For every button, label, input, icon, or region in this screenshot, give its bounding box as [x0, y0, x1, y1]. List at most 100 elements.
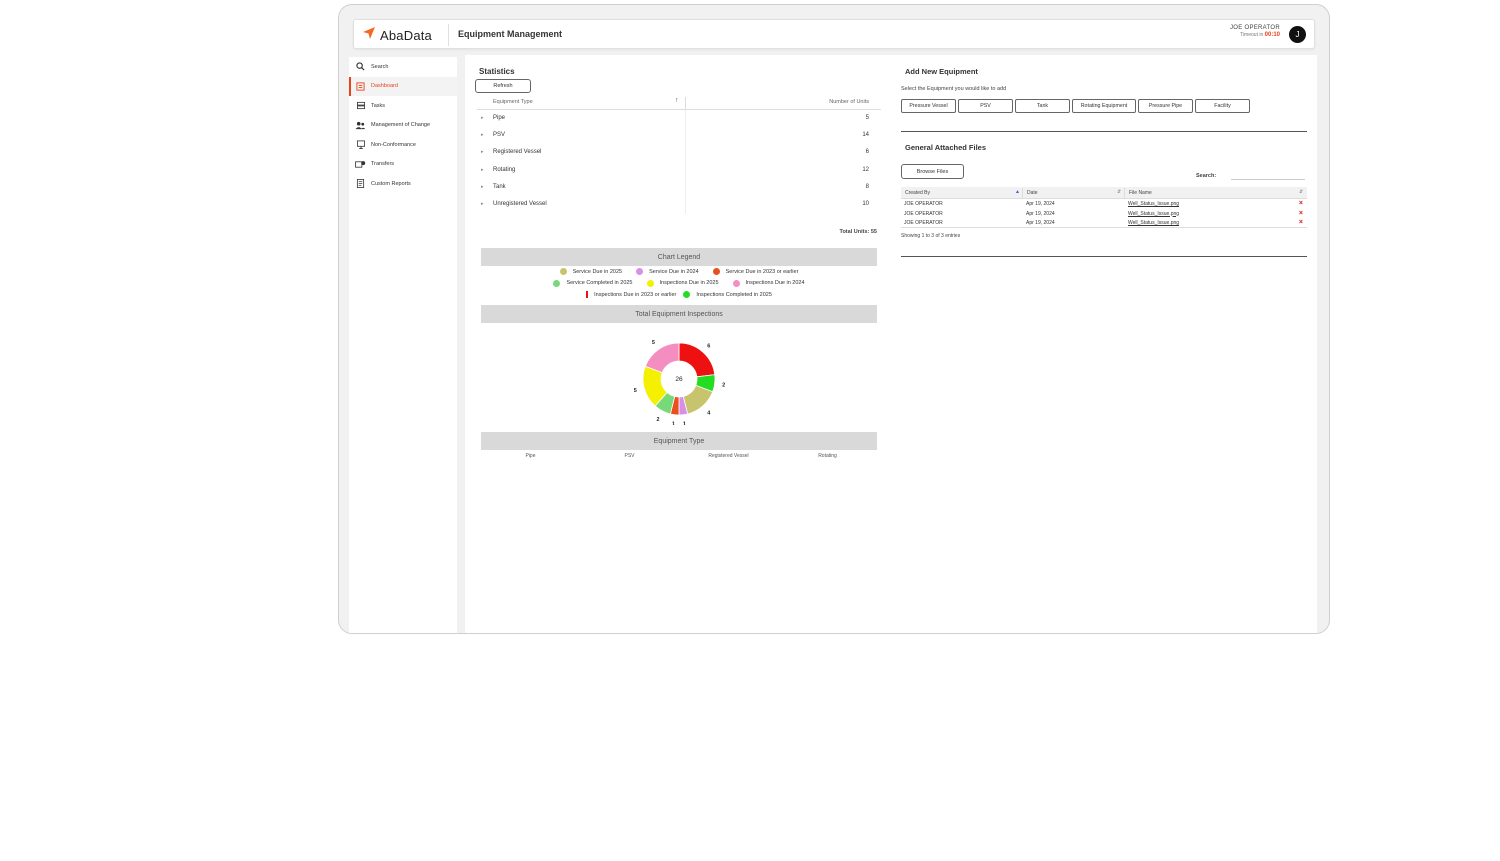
expand-caret-icon[interactable]: ▸	[481, 201, 484, 207]
equipment-type-cell: PSV	[493, 132, 506, 139]
table-row[interactable]: ▸ Pipe 5	[477, 110, 881, 127]
sort-icon[interactable]: ⇵	[1117, 189, 1121, 195]
legend-item: Service Completed in 2025	[553, 279, 633, 287]
donut-slice[interactable]	[682, 384, 714, 415]
main-content: Statistics Refresh Equipment Type ↑ Numb…	[465, 55, 1317, 633]
statistics-table-body: ▸ Pipe 5 ▸ PSV 14 ▸ Registered Vessel 6 …	[477, 110, 881, 214]
donut-slice[interactable]	[644, 342, 680, 374]
total-units: Total Units: 55	[839, 229, 878, 235]
legend-label: Service Due in 2023 or earlier	[725, 268, 799, 275]
topbar-divider	[448, 24, 449, 46]
sort-icon[interactable]: ↑	[675, 97, 679, 104]
table-row: JOE OPERATOR Apr 19, 2024 Well_Status_Is…	[901, 209, 1307, 219]
legend-label: Inspections Due in 2024	[745, 280, 805, 287]
device-frame: AbaData Equipment Management JOE OPERATO…	[338, 4, 1330, 634]
legend-item: Inspections Due in 2023 or earlier	[586, 291, 677, 299]
donut-slice-label: 4	[707, 411, 711, 417]
delete-icon[interactable]: ×	[1299, 200, 1303, 207]
donut-slice-label: 1	[672, 422, 675, 425]
file-name-link[interactable]: Well_Status_Issue.png	[1128, 220, 1179, 226]
expand-caret-icon[interactable]: ▸	[481, 149, 484, 155]
files-search-input[interactable]	[1231, 170, 1305, 180]
sidebar-item-tasks[interactable]: Tasks	[349, 96, 457, 116]
date-cell: Apr 19, 2024	[1026, 220, 1055, 226]
legend-swatch	[553, 279, 561, 287]
delete-icon[interactable]: ×	[1299, 219, 1303, 226]
legend-label: Inspections Completed in 2025	[696, 291, 772, 298]
file-name-link[interactable]: Well_Status_Issue.png	[1128, 201, 1179, 207]
add-equipment-subtitle: Select the Equipment you would like to a…	[901, 86, 1007, 92]
logo-text: AbaData	[380, 27, 432, 43]
add-facility-button[interactable]: Facility	[1195, 99, 1250, 113]
file-name-link[interactable]: Well_Status_Issue.png	[1128, 211, 1179, 217]
legend-label: Service Due in 2024	[649, 268, 699, 275]
add-pressure-vessel-button[interactable]: Pressure Vessel	[901, 99, 956, 113]
attached-files-title: General Attached Files	[905, 143, 986, 152]
column-header-file-name[interactable]: File Name	[1129, 190, 1152, 196]
table-row[interactable]: ▸ Rotating 12	[477, 162, 881, 179]
attached-files-table: Created By ▲ Date ⇵ File Name ⇵ JOE OPER…	[901, 187, 1307, 228]
sidebar-item-management-of-change[interactable]: Management of Change	[349, 116, 457, 136]
sidebar-item-transfers[interactable]: Transfers	[349, 155, 457, 175]
equipment-type-cell: Tank	[493, 183, 506, 190]
add-psv-button[interactable]: PSV	[958, 99, 1013, 113]
session-timeout: Timeout in 00:10	[1230, 32, 1280, 38]
expand-caret-icon[interactable]: ▸	[481, 184, 484, 190]
units-cell: 5	[865, 115, 869, 121]
statistics-table: Equipment Type ↑ Number of Units ▸ Pipe …	[477, 95, 881, 214]
legend-item: Inspections Due in 2024	[732, 279, 805, 287]
equipment-type-label: Pipe	[525, 453, 536, 459]
add-tank-button[interactable]: Tank	[1015, 99, 1070, 113]
sort-asc-icon[interactable]: ▲	[1015, 189, 1020, 195]
chart-legend-header: Chart Legend	[481, 248, 877, 266]
user-name: JOE OPERATOR	[1229, 25, 1280, 31]
app-logo[interactable]: AbaData	[362, 26, 432, 44]
legend-label: Inspections Due in 2023 or earlier	[594, 291, 677, 298]
sort-icon[interactable]: ⇵	[1299, 189, 1303, 195]
sidebar-item-non-conformance[interactable]: Non-Conformance	[349, 135, 457, 155]
add-equipment-title: Add New Equipment	[905, 67, 978, 76]
date-cell: Apr 19, 2024	[1026, 210, 1055, 217]
expand-caret-icon[interactable]: ▸	[481, 167, 484, 173]
add-pressure-pipe-button[interactable]: Pressure Pipe	[1138, 99, 1193, 113]
browse-files-button[interactable]: Browse Files	[901, 164, 964, 179]
delete-icon[interactable]: ×	[1299, 210, 1303, 217]
sidebar-item-dashboard[interactable]: Dashboard	[349, 76, 457, 96]
legend-swatch	[683, 291, 691, 299]
statistics-title: Statistics	[479, 67, 515, 76]
refresh-button[interactable]: Refresh	[475, 79, 531, 93]
table-row[interactable]: ▸ Unregistered Vessel 10	[477, 196, 881, 213]
timeout-value: 00:10	[1264, 32, 1280, 38]
column-header-number-of-units[interactable]: Number of Units	[829, 99, 869, 105]
sidebar-item-custom-reports[interactable]: Custom Reports	[349, 174, 457, 194]
add-rotating-equipment-button[interactable]: Rotating Equipment	[1072, 99, 1136, 113]
table-row[interactable]: ▸ Tank 8	[477, 179, 881, 196]
table-row[interactable]: ▸ PSV 14	[477, 127, 881, 144]
avatar[interactable]: J	[1289, 26, 1306, 43]
top-bar: AbaData Equipment Management JOE OPERATO…	[353, 19, 1315, 49]
column-header-created-by[interactable]: Created By	[905, 190, 930, 196]
legend-item: Service Due in 2023 or earlier	[712, 268, 799, 276]
dashboard-icon	[355, 81, 366, 91]
inspections-chart-header: Total Equipment Inspections	[481, 305, 877, 323]
sidebar: Search Dashboard Tasks Management of Cha…	[349, 57, 457, 633]
units-cell: 8	[865, 183, 869, 190]
created-by-cell: JOE OPERATOR	[904, 201, 943, 207]
legend-swatch	[732, 279, 740, 287]
sidebar-item-label: Custom Reports	[371, 180, 411, 187]
expand-caret-icon[interactable]: ▸	[481, 132, 484, 138]
donut-slice-label: 2	[722, 382, 725, 388]
column-header-date[interactable]: Date	[1027, 190, 1038, 196]
expand-caret-icon[interactable]: ▸	[481, 115, 484, 121]
user-info: JOE OPERATOR Timeout in 00:10	[1230, 25, 1280, 38]
units-cell: 6	[865, 149, 869, 156]
sidebar-item-search[interactable]: Search	[349, 57, 457, 77]
sidebar-item-label: Management of Change	[371, 122, 431, 129]
equipment-type-cell: Pipe	[493, 115, 506, 121]
table-row[interactable]: ▸ Registered Vessel 6	[477, 144, 881, 161]
equipment-type-header: Equipment Type	[481, 432, 877, 450]
column-divider[interactable]	[685, 97, 686, 109]
column-header-equipment-type[interactable]: Equipment Type	[493, 99, 533, 105]
alert-icon	[355, 140, 366, 150]
people-icon	[355, 120, 366, 130]
